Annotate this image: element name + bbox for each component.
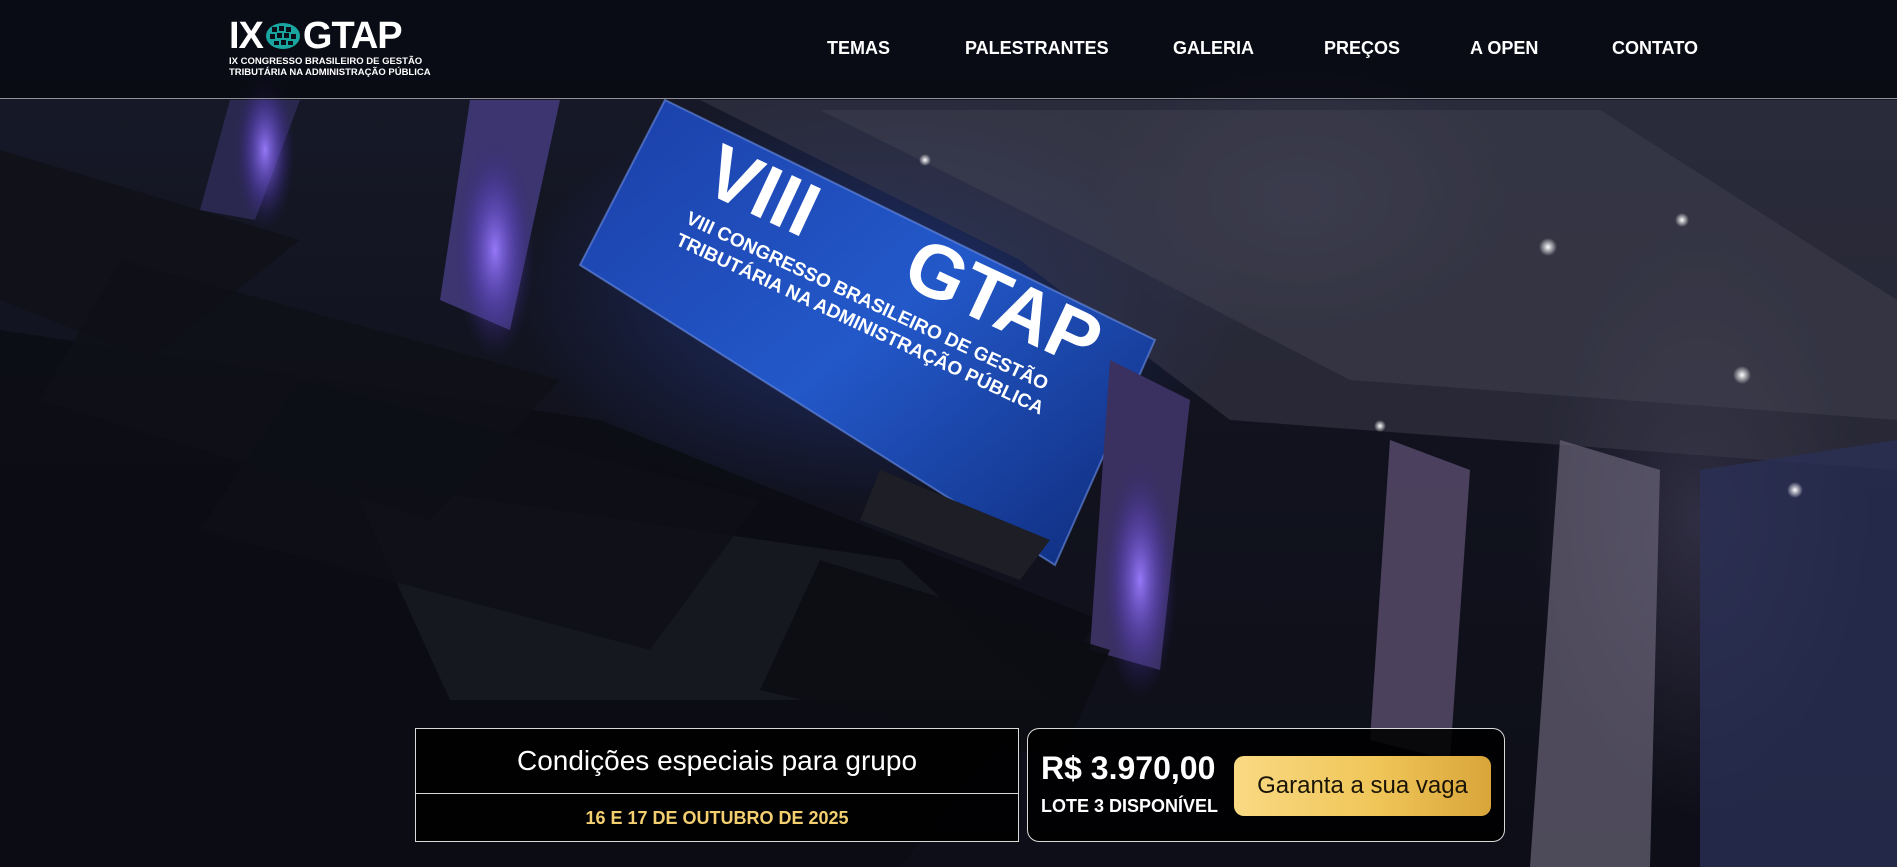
nav-item-contato[interactable]: CONTATO xyxy=(1612,36,1698,60)
logo-text-ix: IX xyxy=(229,15,264,57)
nav-item-galeria[interactable]: GALERIA xyxy=(1173,36,1254,60)
price-box: R$ 3.970,00 LOTE 3 DISPONÍVEL Garanta a … xyxy=(1027,728,1505,842)
lot-availability: LOTE 3 DISPONÍVEL xyxy=(1041,796,1219,816)
event-dates: 16 E 17 DE OUTUBRO DE 2025 xyxy=(585,807,849,828)
nav-item-temas[interactable]: TEMAS xyxy=(827,36,890,60)
gtap-logo[interactable]: IX GTAP IX CONGRESSO BRASILEIRO DE GESTÃ… xyxy=(229,16,431,80)
logo-subtitle-line2: TRIBUTÁRIA NA ADMINISTRAÇÃO PÚBLICA xyxy=(229,67,431,78)
logo-text-gtap: GTAP xyxy=(302,15,403,57)
nav-item-palestrantes[interactable]: PALESTRANTES xyxy=(965,36,1109,60)
group-conditions-title[interactable]: Condições especiais para grupo xyxy=(416,729,1018,794)
register-button[interactable]: Garanta a sua vaga xyxy=(1234,756,1491,816)
nav-item-a-open[interactable]: A OPEN xyxy=(1470,36,1538,60)
site-header: IX GTAP IX CONGRESSO BRASILEIRO DE GESTÃ… xyxy=(0,0,1897,99)
globe-icon xyxy=(265,23,300,49)
logo-subtitle-line1: IX CONGRESSO BRASILEIRO DE GESTÃO xyxy=(229,56,423,67)
hero-section: IX GTAP IX CONGRESSO BRASILEIRO DE GESTÃ… xyxy=(0,0,1897,867)
ticket-price: R$ 3.970,00 xyxy=(1041,750,1216,786)
nav-item-precos[interactable]: PREÇOS xyxy=(1324,36,1400,60)
logo-mark: IX GTAP xyxy=(229,16,419,56)
group-conditions-box: Condições especiais para grupo 16 E 17 D… xyxy=(415,728,1019,842)
